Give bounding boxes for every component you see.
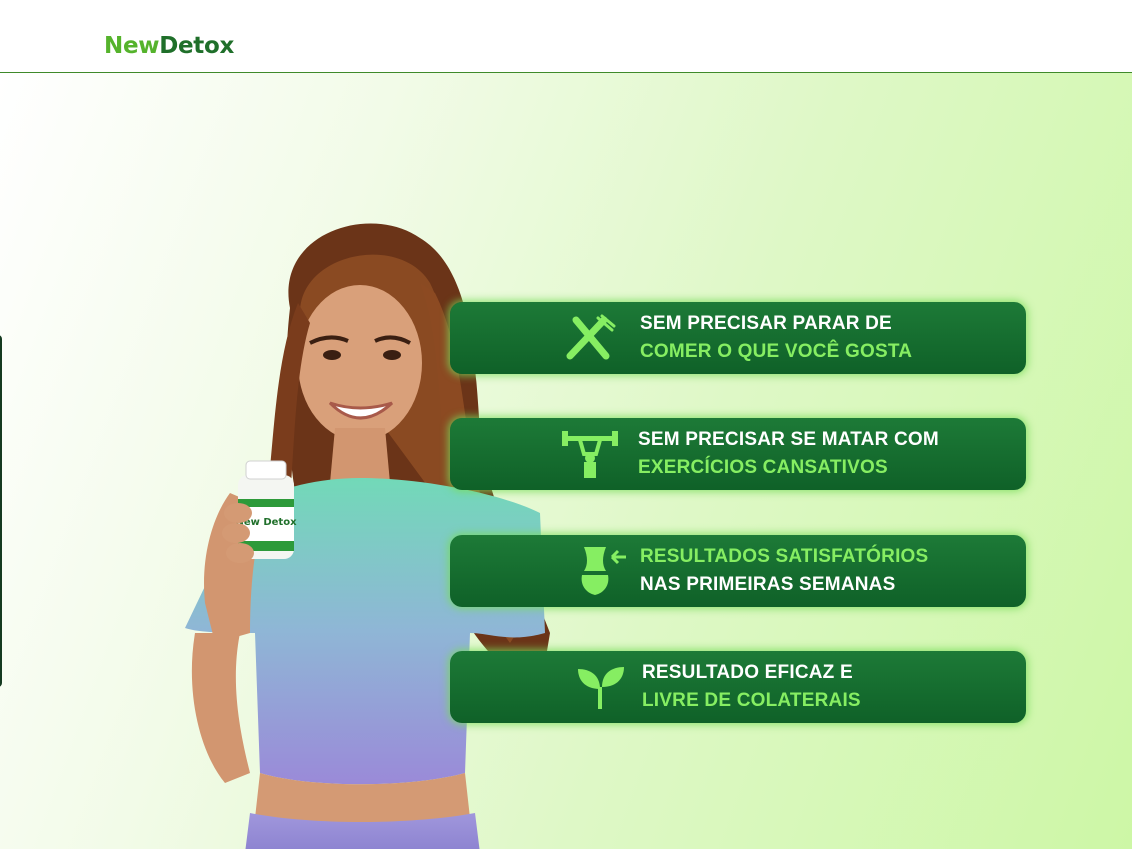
benefit-banner-2: SEM PRECISAR SE MATAR COM EXERCÍCIOS CAN… xyxy=(450,418,1026,490)
benefit-3-line1: RESULTADOS SATISFATÓRIOS xyxy=(640,546,929,567)
waist-slimming-icon xyxy=(581,547,626,595)
benefit-1-line1: SEM PRECISAR PARAR DE xyxy=(640,313,892,334)
site-header: NewDetox xyxy=(0,0,1132,73)
brand-logo[interactable]: NewDetox xyxy=(104,32,234,60)
brand-name-part1: New xyxy=(104,33,160,59)
weightlifting-icon xyxy=(562,431,618,478)
benefit-4-line1: RESULTADO EFICAZ E xyxy=(642,662,853,683)
benefit-2-line2: EXERCÍCIOS CANSATIVOS xyxy=(638,457,888,478)
carousel-prev-edge[interactable] xyxy=(0,335,2,687)
benefit-banner-3: RESULTADOS SATISFATÓRIOS NAS PRIMEIRAS S… xyxy=(450,535,1026,607)
benefit-3-line2: NAS PRIMEIRAS SEMANAS xyxy=(640,574,896,595)
benefit-1-line2: COMER O QUE VOCÊ GOSTA xyxy=(640,341,913,362)
benefit-banner-4: RESULTADO EFICAZ E LIVRE DE COLATERAIS xyxy=(450,651,1026,723)
hero-section: New Detox SEM PRECISAR PARAR DE COMER O … xyxy=(0,73,1132,849)
benefit-2-line1: SEM PRECISAR SE MATAR COM xyxy=(638,429,939,450)
benefit-4-line2: LIVRE DE COLATERAIS xyxy=(642,690,861,711)
benefit-banner-1: SEM PRECISAR PARAR DE COMER O QUE VOCÊ G… xyxy=(450,302,1026,374)
brand-name-part2: Detox xyxy=(159,33,235,59)
leaf-sprout-icon xyxy=(578,667,624,709)
fork-knife-icon xyxy=(566,314,616,360)
